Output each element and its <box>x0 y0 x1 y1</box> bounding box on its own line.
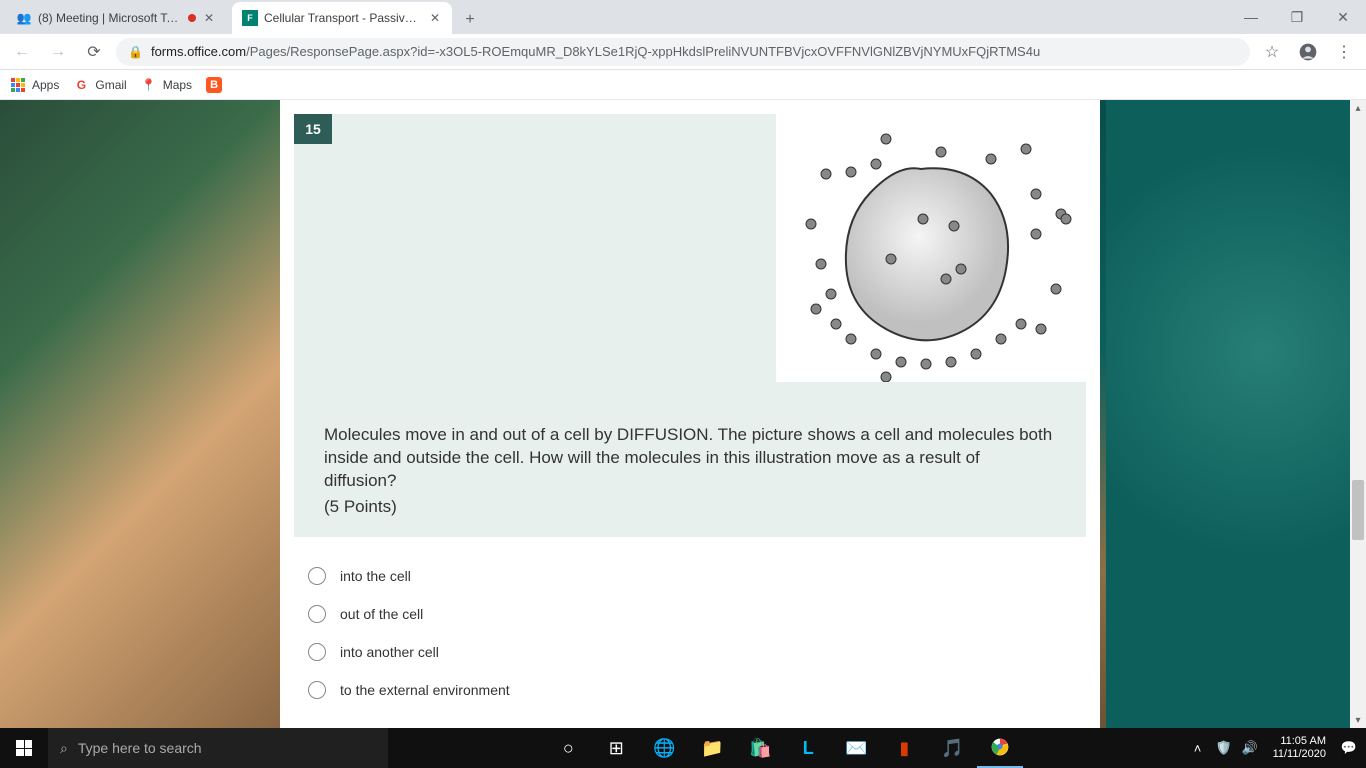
url-host: forms.office.com <box>151 44 246 59</box>
taskbar-search[interactable]: ⌕ Type here to search <box>48 728 388 768</box>
edge-icon[interactable]: 🌐 <box>641 728 687 768</box>
option-label: into another cell <box>340 644 439 660</box>
file-explorer-icon[interactable]: 📁 <box>689 728 735 768</box>
option-external-environment[interactable]: to the external environment <box>308 671 1072 709</box>
forward-button[interactable]: → <box>44 38 72 66</box>
radio-icon <box>308 567 326 585</box>
radio-icon <box>308 681 326 699</box>
radio-icon <box>308 643 326 661</box>
close-window-button[interactable]: ✕ <box>1320 0 1366 34</box>
bookmark-gmail[interactable]: G Gmail <box>73 77 126 93</box>
search-icon: ⌕ <box>60 740 68 757</box>
page-viewport: 15 <box>0 100 1366 728</box>
bookmark-apps[interactable]: Apps <box>10 77 59 93</box>
option-label: to the external environment <box>340 682 510 698</box>
bookmark-blogger[interactable]: B <box>206 77 222 93</box>
chrome-icon[interactable] <box>977 728 1023 768</box>
date-text: 11/11/2020 <box>1273 748 1326 761</box>
question-image <box>776 114 1086 382</box>
window-controls: — ❐ ✕ <box>1228 0 1366 34</box>
url-input[interactable]: 🔒 forms.office.com/Pages/ResponsePage.as… <box>116 38 1250 66</box>
option-into-another-cell[interactable]: into another cell <box>308 633 1072 671</box>
bookmark-maps[interactable]: 📍 Maps <box>141 77 192 93</box>
menu-button[interactable]: ⋮ <box>1330 38 1358 66</box>
taskbar: ⌕ Type here to search ○ ⊞ 🌐 📁 🛍️ L ✉️ ▮ … <box>0 728 1366 768</box>
question-card: 15 <box>294 114 1086 537</box>
profile-button[interactable] <box>1294 38 1322 66</box>
cortana-button[interactable]: ○ <box>545 728 591 768</box>
start-button[interactable] <box>0 728 48 768</box>
bookmark-star-button[interactable]: ☆ <box>1258 38 1286 66</box>
option-label: out of the cell <box>340 606 423 622</box>
scroll-up-icon[interactable]: ▴ <box>1350 100 1366 116</box>
reload-button[interactable]: ⟳ <box>80 38 108 66</box>
answer-options: into the cell out of the cell into anoth… <box>308 557 1072 709</box>
search-placeholder: Type here to search <box>78 740 202 756</box>
volume-icon[interactable]: 🔊 <box>1241 739 1259 757</box>
notifications-icon[interactable]: 💬 <box>1340 739 1358 757</box>
form-container: 15 <box>280 100 1100 728</box>
address-bar: ← → ⟳ 🔒 forms.office.com/Pages/ResponseP… <box>0 34 1366 70</box>
tab-title: Cellular Transport - Passive and A <box>264 11 422 25</box>
clock[interactable]: 11:05 AM 11/11/2020 <box>1267 735 1332 761</box>
tab-teams[interactable]: 👥 (8) Meeting | Microsoft Team ✕ <box>6 2 226 34</box>
option-out-of-cell[interactable]: out of the cell <box>308 595 1072 633</box>
question-points: (5 Points) <box>294 493 1086 517</box>
forms-icon: F <box>242 10 258 26</box>
option-into-cell[interactable]: into the cell <box>308 557 1072 595</box>
scroll-down-icon[interactable]: ▾ <box>1350 712 1366 728</box>
groove-icon[interactable]: 🎵 <box>929 728 975 768</box>
browser-titlebar: 👥 (8) Meeting | Microsoft Team ✕ F Cellu… <box>0 0 1366 34</box>
task-view-button[interactable]: ⊞ <box>593 728 639 768</box>
office-icon[interactable]: ▮ <box>881 728 927 768</box>
mail-icon[interactable]: ✉️ <box>833 728 879 768</box>
close-icon[interactable]: ✕ <box>202 11 216 25</box>
security-icon[interactable]: 🛡️ <box>1215 739 1233 757</box>
windows-icon <box>16 740 32 756</box>
new-tab-button[interactable]: + <box>456 6 484 34</box>
bookmark-label: Apps <box>32 78 59 92</box>
maps-icon: 📍 <box>141 77 157 93</box>
apps-icon <box>10 77 26 93</box>
question-number-badge: 15 <box>294 114 332 144</box>
scrollbar-thumb[interactable] <box>1352 480 1364 540</box>
store-icon[interactable]: 🛍️ <box>737 728 783 768</box>
tray-chevron-icon[interactable]: ˄ <box>1189 739 1207 757</box>
minimize-button[interactable]: — <box>1228 0 1274 34</box>
bookmark-label: Gmail <box>95 78 126 92</box>
back-button[interactable]: ← <box>8 38 36 66</box>
bookmarks-bar: Apps G Gmail 📍 Maps B <box>0 70 1366 100</box>
gmail-icon: G <box>73 77 89 93</box>
radio-icon <box>308 605 326 623</box>
time-text: 11:05 AM <box>1273 735 1326 748</box>
option-label: into the cell <box>340 568 411 584</box>
lock-icon: 🔒 <box>128 45 143 59</box>
tab-forms[interactable]: F Cellular Transport - Passive and A ✕ <box>232 2 452 34</box>
close-icon[interactable]: ✕ <box>428 11 442 25</box>
app-icon[interactable]: L <box>785 728 831 768</box>
system-tray: ˄ 🛡️ 🔊 11:05 AM 11/11/2020 💬 <box>1181 735 1366 761</box>
blogger-icon: B <box>206 77 222 93</box>
url-path: /Pages/ResponsePage.aspx?id=-x3OL5-ROEmq… <box>246 44 1040 59</box>
maximize-button[interactable]: ❐ <box>1274 0 1320 34</box>
tab-title: (8) Meeting | Microsoft Team <box>38 11 182 25</box>
taskbar-apps: ○ ⊞ 🌐 📁 🛍️ L ✉️ ▮ 🎵 <box>388 728 1181 768</box>
vertical-scrollbar[interactable]: ▴ ▾ <box>1350 100 1366 728</box>
teams-icon: 👥 <box>16 10 32 26</box>
recording-icon <box>188 14 196 22</box>
user-icon <box>1298 42 1318 62</box>
bookmark-label: Maps <box>163 78 192 92</box>
